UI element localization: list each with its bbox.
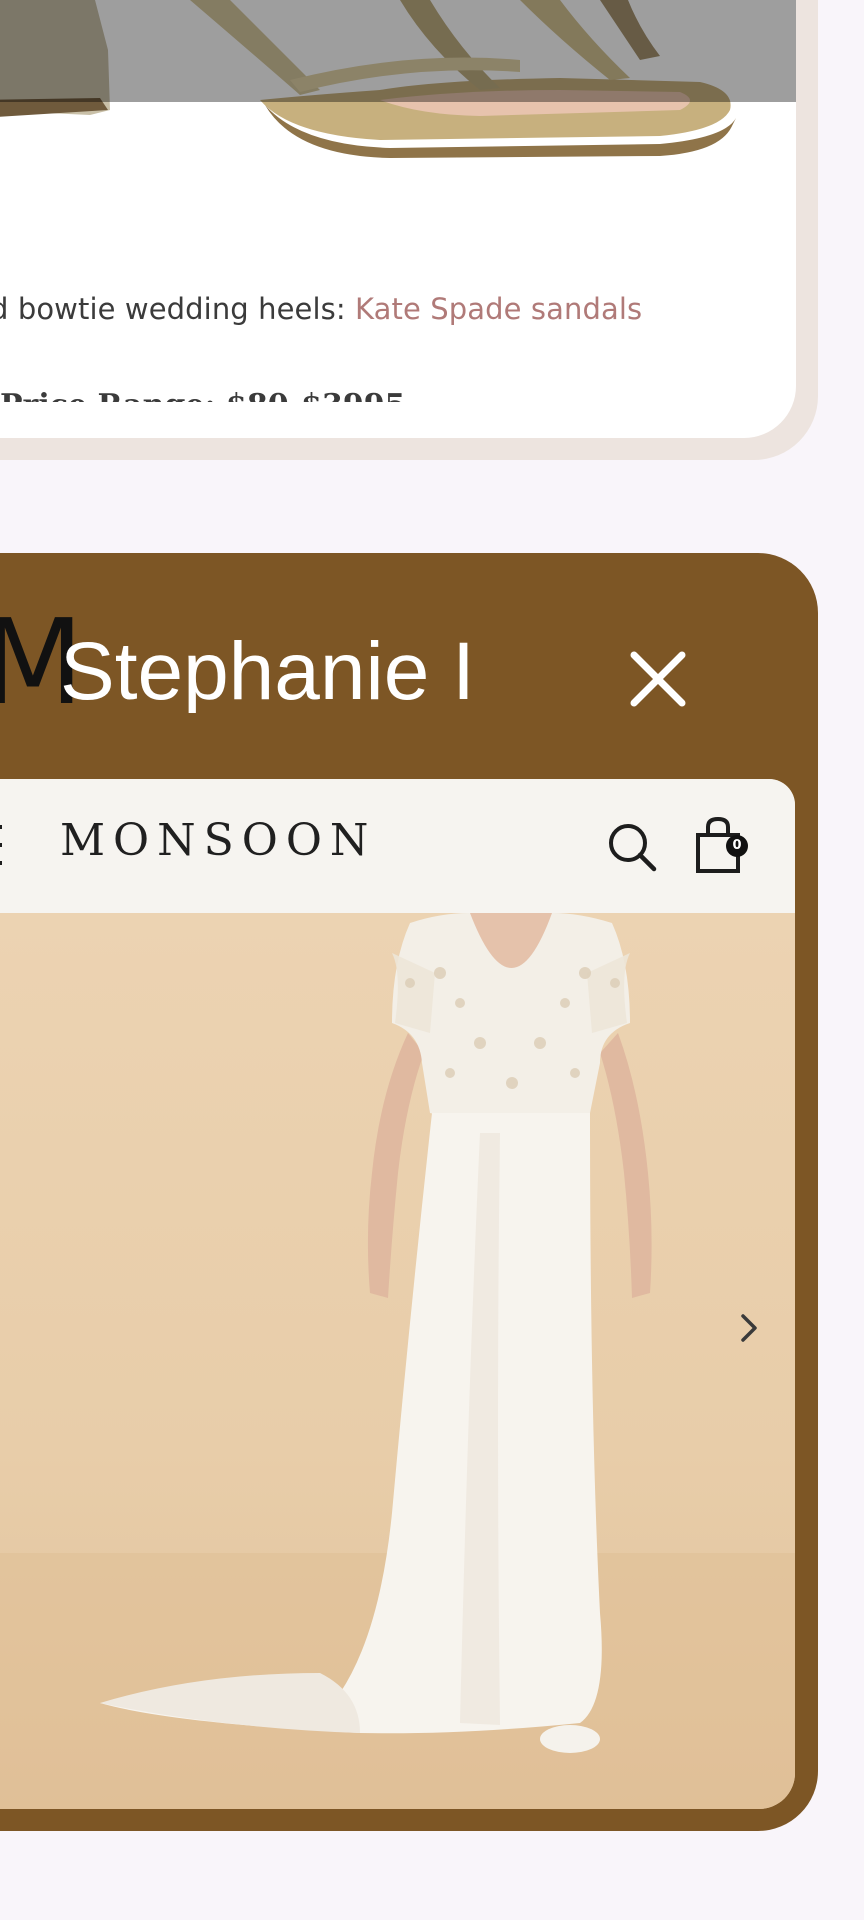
custom-tab-header: M Stephanie I [0,553,818,779]
app-screen: old bowtie wedding heels: Kate Spade san… [0,0,864,1920]
article-content: old bowtie wedding heels: Kate Spade san… [0,0,796,438]
kate-spade-link[interactable]: Kate Spade sandals [355,292,642,326]
search-icon [609,824,657,872]
cart-count-badge: 0 [726,835,748,857]
article-cutoff-text: Price Range: $80-$3995 [0,384,520,402]
sandal-image [0,0,796,178]
web-view: MONSOON 0 [0,779,795,1809]
tab-title: Stephanie I [60,631,475,713]
close-button[interactable] [618,639,698,719]
close-icon [630,651,686,707]
wedding-dress-image[interactable] [0,913,795,1809]
article-text: old bowtie wedding heels: Kate Spade san… [0,292,760,326]
next-image-button[interactable] [724,1293,774,1363]
menu-icon[interactable] [0,825,4,865]
custom-tab-card: M Stephanie I MONSOON 0 [0,553,818,1831]
dress-photo [0,913,795,1809]
article-text-prefix: old bowtie wedding heels: [0,292,356,326]
search-button[interactable] [604,819,660,875]
article-card: old bowtie wedding heels: Kate Spade san… [0,0,818,460]
image-scrim [0,0,796,102]
cutoff-heading: Price Range: $80-$3995 [0,388,520,402]
chevron-right-icon [741,1314,757,1342]
shopping-bag-button[interactable]: 0 [692,815,758,877]
site-brand[interactable]: MONSOON [60,819,376,863]
site-header: MONSOON 0 [0,779,795,913]
